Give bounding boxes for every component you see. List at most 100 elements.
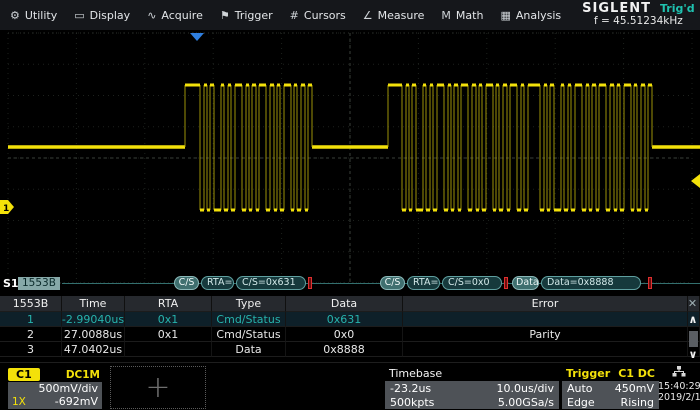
trigger-status-badge: Trig'd <box>660 2 695 15</box>
decode-bus-row: S1 1553B C/S RTA=0x C/S=0x631 C/S RTA=0x… <box>0 274 700 296</box>
cursors-icon: # <box>290 9 299 22</box>
flag-icon: ⚑ <box>220 9 230 22</box>
menu-measure[interactable]: ∠ Measure <box>363 9 425 22</box>
timebase-label: Timebase <box>389 367 442 380</box>
frame2-error-marker <box>504 277 508 289</box>
brand-logo: SIGLENT <box>582 2 651 15</box>
menu-acquire[interactable]: ∿ Acquire <box>147 9 203 22</box>
math-icon: M <box>441 9 451 22</box>
table-row2-time[interactable]: 27.0088us <box>62 327 125 342</box>
table-row3-error[interactable] <box>403 342 688 357</box>
channel1-trace <box>8 85 700 210</box>
waveform-svg: 1 <box>0 30 700 296</box>
table-row1-time[interactable]: -2.99040us <box>62 312 125 327</box>
col-header-data: Data <box>286 296 403 312</box>
trigger-position-indicator[interactable] <box>190 33 204 41</box>
channel1-info-box[interactable]: C1 DC1M 500mV/div 1X -692mV <box>8 368 102 409</box>
menu-trigger[interactable]: ⚑ Trigger <box>220 9 273 22</box>
measure-icon: ∠ <box>363 9 373 22</box>
menu-display[interactable]: ▭ Display <box>74 9 130 22</box>
table-row1-rta[interactable]: 0x1 <box>125 312 212 327</box>
table-row2-error[interactable]: Parity <box>403 327 688 342</box>
table-row3-idx[interactable]: 3 <box>0 342 62 357</box>
add-channel-box[interactable]: + <box>110 366 206 409</box>
frequency-readout: f = 45.51234kHz <box>582 15 694 28</box>
table-row1-data[interactable]: 0x631 <box>286 312 403 327</box>
menu-display-label: Display <box>90 9 131 22</box>
analysis-icon: ▦ <box>500 9 510 22</box>
trigger-type: Edge <box>567 396 595 409</box>
timebase-delay: -23.2us <box>390 382 431 395</box>
trigger-source: C1 DC <box>618 367 655 380</box>
table-row3-type[interactable]: Data <box>212 342 286 357</box>
table-row1-idx[interactable]: 1 <box>0 312 62 327</box>
trigger-level-marker[interactable] <box>691 174 700 188</box>
frame2-rta-field: RTA=0x <box>407 276 440 290</box>
trigger-mode: Auto <box>567 382 593 395</box>
oscilloscope-screen: ⚙ Utility ▭ Display ∿ Acquire ⚑ Trigger … <box>0 0 700 410</box>
channel1-coupling: DC1M <box>66 369 102 381</box>
col-header-protocol: 1553B <box>0 296 62 312</box>
frame2-type-tag: C/S <box>380 276 405 290</box>
plus-icon: + <box>145 373 170 403</box>
status-bar: C1 DC1M 500mV/div 1X -692mV + Timebase -… <box>0 362 700 410</box>
timebase-samplerate: 5.00GSa/s <box>498 396 554 409</box>
bus-source-label: S1 <box>3 277 19 290</box>
scroll-down-icon[interactable]: ∨ <box>687 349 699 361</box>
menu-analysis[interactable]: ▦ Analysis <box>500 9 561 22</box>
col-header-error: Error <box>403 296 688 312</box>
menu-cursors-label: Cursors <box>304 9 346 22</box>
table-row1-type[interactable]: Cmd/Status <box>212 312 286 327</box>
timebase-info-box[interactable]: Timebase -23.2us 10.0us/div 500kpts 5.00… <box>385 366 559 409</box>
channel1-scale: 500mV/div <box>39 382 99 395</box>
table-row3-rta[interactable] <box>125 342 212 357</box>
table-row2-type[interactable]: Cmd/Status <box>212 327 286 342</box>
clock-box[interactable]: 15:40:29 2019/2/1 <box>658 366 700 403</box>
logo-block: SIGLENT Trig'd f = 45.51234kHz <box>578 1 698 29</box>
table-row3-data[interactable]: 0x8888 <box>286 342 403 357</box>
scrollbar-thumb[interactable] <box>689 331 698 347</box>
frame1-type-tag: C/S <box>174 276 199 290</box>
table-row2-idx[interactable]: 2 <box>0 327 62 342</box>
table-row2-data[interactable]: 0x0 <box>286 327 403 342</box>
menu-acquire-label: Acquire <box>161 9 202 22</box>
menu-math-label: Math <box>456 9 484 22</box>
menu-measure-label: Measure <box>378 9 425 22</box>
frame3-value-field: Data=0x8888 <box>541 276 641 290</box>
scroll-up-icon[interactable]: ∧ <box>687 314 699 326</box>
menu-utility-label: Utility <box>25 9 57 22</box>
trigger-info-box[interactable]: Trigger C1 DC Auto 450mV Edge Rising <box>562 366 659 409</box>
waveform-icon: ∿ <box>147 9 156 22</box>
table-row2-rta[interactable]: 0x1 <box>125 327 212 342</box>
trigger-slope: Rising <box>621 396 654 409</box>
channel-offset-marker[interactable]: 1 <box>0 200 14 214</box>
trigger-label: Trigger <box>566 367 610 380</box>
channel1-probe: 1X <box>12 396 26 408</box>
menu-cursors[interactable]: # Cursors <box>290 9 346 22</box>
decode-result-table: 1553B Time RTA Type Data Error 1 -2.9904… <box>0 296 700 362</box>
waveform-display[interactable]: 1 <box>0 30 700 296</box>
close-icon[interactable]: ✕ <box>686 297 699 310</box>
frame3-error-marker <box>648 277 652 289</box>
gear-icon: ⚙ <box>10 9 20 22</box>
table-row3-time[interactable]: 47.0402us <box>62 342 125 357</box>
menu-trigger-label: Trigger <box>235 9 273 22</box>
frame1-error-marker <box>308 277 312 289</box>
timebase-scale: 10.0us/div <box>497 382 554 395</box>
frame1-value-field: C/S=0x631 <box>236 276 306 290</box>
col-header-rta: RTA <box>125 296 212 312</box>
display-icon: ▭ <box>74 9 84 22</box>
bus-protocol-badge[interactable]: 1553B <box>18 277 60 290</box>
network-icon <box>672 366 686 377</box>
channel1-offset: -692mV <box>55 395 98 408</box>
table-row1-error[interactable] <box>403 312 688 327</box>
col-header-type: Type <box>212 296 286 312</box>
frame1-rta-field: RTA=0x <box>201 276 234 290</box>
frame3-type-tag: Data <box>512 276 539 290</box>
menu-math[interactable]: M Math <box>441 9 483 22</box>
trigger-level: 450mV <box>615 382 654 395</box>
menu-utility[interactable]: ⚙ Utility <box>10 9 57 22</box>
menu-bar: ⚙ Utility ▭ Display ∿ Acquire ⚑ Trigger … <box>0 0 700 30</box>
svg-text:1: 1 <box>3 204 9 214</box>
clock-date: 2019/2/1 <box>658 392 700 403</box>
